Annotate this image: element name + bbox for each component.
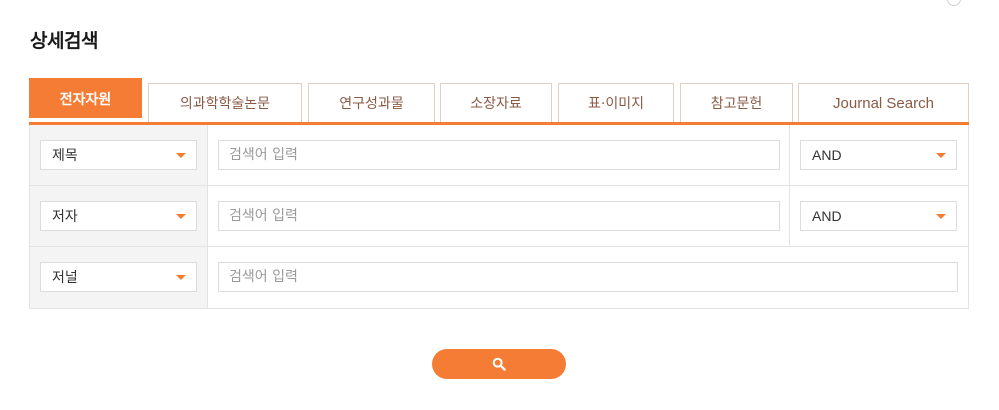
field-select[interactable]: 저널 bbox=[40, 262, 197, 292]
search-input[interactable] bbox=[218, 140, 780, 170]
operator-select-value: AND bbox=[812, 147, 842, 163]
field-select[interactable]: 저자 bbox=[40, 201, 197, 231]
tab-references[interactable]: 참고문헌 bbox=[680, 83, 793, 122]
field-select-value: 제목 bbox=[52, 148, 78, 164]
operator-cell: AND bbox=[789, 125, 968, 185]
operator-cell: AND bbox=[789, 186, 968, 246]
field-cell: 저널 bbox=[30, 247, 208, 308]
tab-holdings[interactable]: 소장자료 bbox=[440, 83, 552, 122]
tab-bar: 전자자원 의과학학술논문 연구성과물 소장자료 표·이미지 참고문헌 Journ… bbox=[29, 78, 969, 125]
field-cell: 제목 bbox=[30, 125, 208, 185]
chevron-down-icon bbox=[176, 275, 186, 280]
search-input[interactable] bbox=[218, 201, 780, 231]
tab-journal-search[interactable]: Journal Search bbox=[798, 83, 969, 122]
operator-select-value: AND bbox=[812, 208, 842, 224]
chevron-down-icon bbox=[936, 153, 946, 158]
page-title: 상세검색 bbox=[30, 30, 98, 52]
operator-select[interactable]: AND bbox=[800, 201, 957, 231]
search-row: 저자 AND bbox=[30, 186, 968, 247]
field-select-value: 저자 bbox=[52, 209, 78, 225]
chevron-down-icon bbox=[936, 214, 946, 219]
search-form: 제목 AND 저자 AND bbox=[29, 125, 969, 309]
field-cell: 저자 bbox=[30, 186, 208, 246]
search-button[interactable] bbox=[432, 349, 566, 379]
search-input[interactable] bbox=[218, 262, 958, 292]
search-row: 저널 bbox=[30, 247, 968, 308]
operator-select[interactable]: AND bbox=[800, 140, 957, 170]
chevron-down-icon bbox=[176, 214, 186, 219]
tab-tables-images[interactable]: 표·이미지 bbox=[558, 83, 674, 122]
tab-medical-papers[interactable]: 의과학학술논문 bbox=[148, 83, 302, 122]
corner-decoration bbox=[947, 0, 961, 6]
search-icon bbox=[492, 357, 506, 371]
field-select[interactable]: 제목 bbox=[40, 140, 197, 170]
field-select-value: 저널 bbox=[52, 270, 78, 286]
tab-research-outputs[interactable]: 연구성과물 bbox=[308, 83, 435, 122]
search-row: 제목 AND bbox=[30, 125, 968, 186]
tab-electronic-resources[interactable]: 전자자원 bbox=[29, 78, 142, 118]
chevron-down-icon bbox=[176, 153, 186, 158]
